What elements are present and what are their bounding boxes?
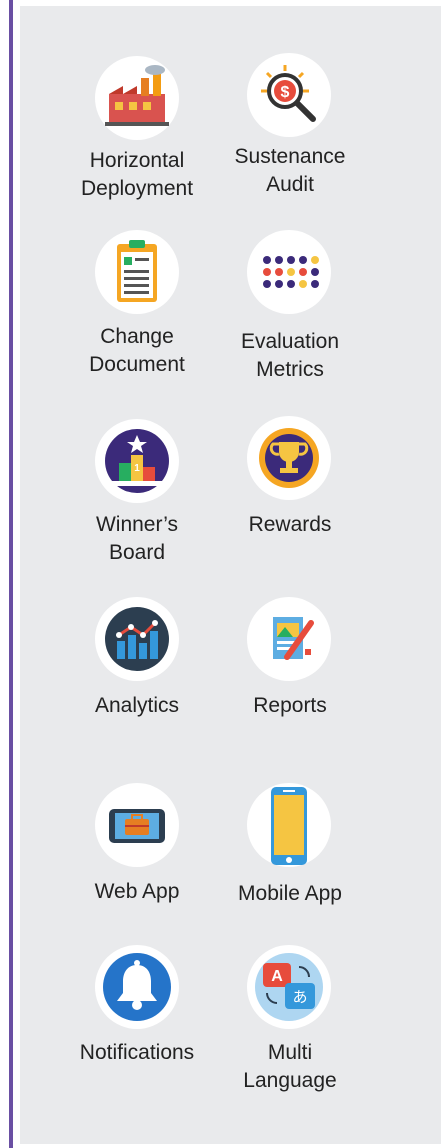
dollar-search-icon[interactable]: $ (247, 53, 331, 137)
label-line-1: Rewards (248, 513, 332, 536)
svg-text:$: $ (281, 84, 290, 101)
clipboard-document-icon[interactable] (95, 230, 179, 314)
report-pencil-icon[interactable] (247, 597, 331, 681)
feature-sidebar: Horizontal Deployment $ Sustenance Audit (0, 0, 441, 1148)
label-sustenance-audit: Sustenance Audit (200, 143, 380, 199)
smartphone-icon[interactable] (247, 783, 331, 867)
label-evaluation-metrics: Evaluation Metrics (200, 328, 380, 384)
svg-text:1: 1 (134, 463, 140, 474)
tablet-briefcase-icon[interactable] (95, 783, 179, 867)
label-line-1: Multi (267, 1041, 313, 1064)
svg-text:A: A (271, 968, 283, 985)
label-multi-language: Multi Language (200, 1039, 380, 1095)
factory-icon[interactable] (95, 56, 179, 140)
label-line-1: Reports (253, 694, 327, 717)
label-line-2: Language (243, 1069, 337, 1092)
bell-icon[interactable] (95, 945, 179, 1029)
accent-bar (9, 0, 13, 1148)
label-line-1: Mobile App (238, 882, 342, 905)
label-line-2: Audit (266, 173, 314, 196)
label-line-1: Evaluation (240, 330, 340, 353)
translate-icon[interactable]: A あ (247, 945, 331, 1029)
label-line-1: Sustenance (234, 145, 346, 168)
label-line-2: Board (108, 541, 166, 564)
label-line-2: Metrics (256, 358, 324, 381)
bar-line-chart-icon[interactable] (95, 597, 179, 681)
dot-grid-icon[interactable] (247, 230, 331, 314)
svg-text:あ: あ (292, 988, 307, 1006)
label-reports: Reports (200, 692, 380, 720)
label-rewards: Rewards (200, 511, 380, 539)
podium-icon[interactable]: 1 (95, 419, 179, 503)
label-mobile-app: Mobile App (200, 880, 380, 908)
trophy-icon[interactable] (247, 416, 331, 500)
